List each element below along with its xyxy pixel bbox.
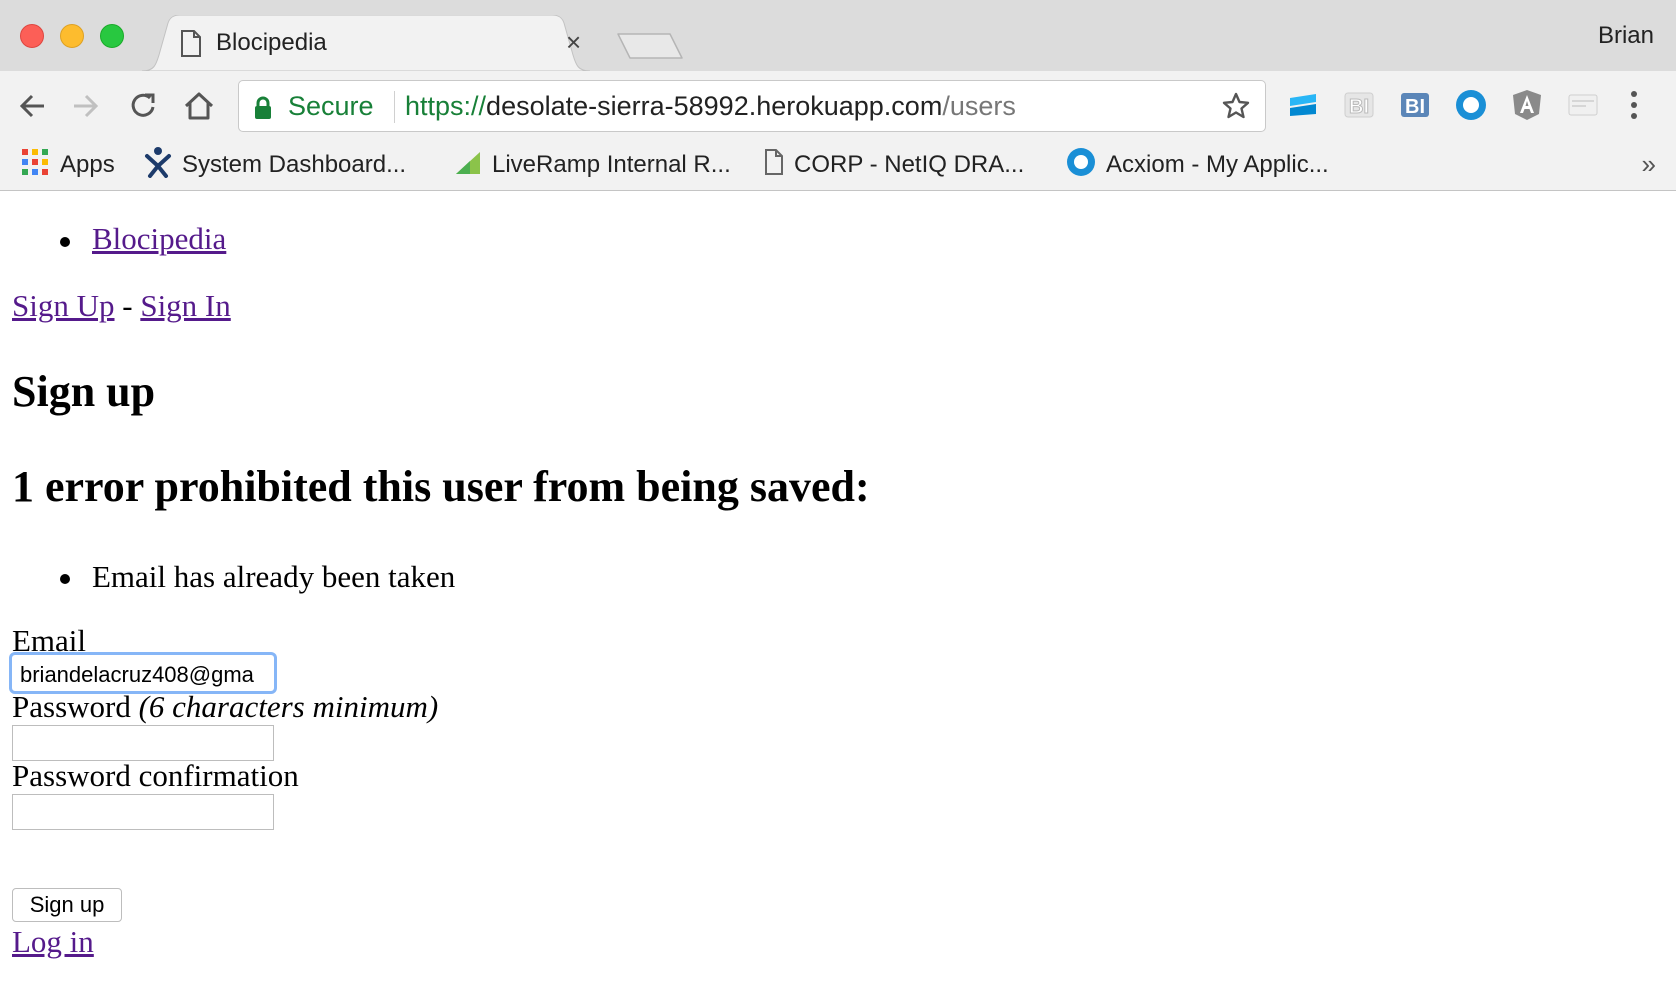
extension-bi-grey-icon[interactable]: BI xyxy=(1342,88,1376,122)
menu-kebab-icon[interactable] xyxy=(1627,87,1641,128)
zoom-window-button[interactable] xyxy=(100,24,124,48)
reload-icon[interactable] xyxy=(124,87,162,125)
extension-angular-icon[interactable] xyxy=(1510,88,1544,122)
bookmark-label: CORP - NetIQ DRA... xyxy=(794,151,1025,178)
bookmark-label: Apps xyxy=(60,151,115,178)
extension-card-icon[interactable] xyxy=(1566,88,1600,122)
tab-title: Blocipedia xyxy=(216,29,327,56)
bookmark-liveramp[interactable]: LiveRamp Internal R... xyxy=(454,147,731,183)
secure-label: Secure xyxy=(288,91,374,121)
bookmark-acxiom[interactable]: Acxiom - My Applic... xyxy=(1066,147,1329,183)
sign-in-link[interactable]: Sign In xyxy=(140,288,230,323)
profile-name[interactable]: Brian xyxy=(1598,22,1654,50)
back-arrow-icon[interactable] xyxy=(14,87,52,125)
password-label: Password (6 characters minimum) xyxy=(12,689,438,725)
okta-icon xyxy=(1066,147,1096,184)
jira-icon xyxy=(144,146,172,185)
url-text[interactable]: https://desolate-sierra-58992.herokuapp.… xyxy=(405,91,1016,122)
liveramp-icon xyxy=(454,148,482,183)
error-heading: 1 error prohibited this user from being … xyxy=(12,462,870,511)
password-confirmation-field[interactable] xyxy=(12,794,274,830)
bookmarks-bar: Apps System Dashboard... LiveRamp Intern… xyxy=(0,141,1676,191)
list-bullet xyxy=(60,237,70,247)
url-host: desolate-sierra-58992.herokuapp.com xyxy=(486,91,943,121)
bookmark-star-icon[interactable] xyxy=(1221,91,1251,126)
url-path: /users xyxy=(942,91,1016,121)
forward-arrow-icon[interactable] xyxy=(66,87,104,125)
email-label: Email xyxy=(12,623,87,658)
tab-blocipedia[interactable]: Blocipedia × xyxy=(142,15,602,71)
address-bar[interactable]: Secure https://desolate-sierra-58992.her… xyxy=(238,80,1266,132)
tab-strip: Blocipedia × Brian xyxy=(0,0,1676,71)
minimize-window-button[interactable] xyxy=(60,24,84,48)
page-title: Sign up xyxy=(12,367,156,416)
password-confirmation-label: Password confirmation xyxy=(12,758,299,793)
browser-toolbar: Secure https://desolate-sierra-58992.her… xyxy=(0,71,1676,141)
extension-blue-waves-icon[interactable] xyxy=(1286,88,1320,122)
omnibox-divider xyxy=(394,91,395,123)
svg-text:BI: BI xyxy=(1349,96,1369,118)
apps-grid-icon xyxy=(20,147,50,184)
bookmarks-overflow-chevron-icon[interactable]: » xyxy=(1642,149,1656,180)
auth-links: Sign Up - Sign In xyxy=(12,288,231,324)
email-field[interactable]: briandelacruz408@gma xyxy=(12,655,274,691)
auth-separator: - xyxy=(122,288,133,323)
sign-up-button[interactable]: Sign up xyxy=(12,888,122,922)
document-icon xyxy=(764,148,784,182)
bookmark-label: System Dashboard... xyxy=(182,151,407,178)
extension-ring-icon[interactable] xyxy=(1454,88,1488,122)
list-bullet xyxy=(60,574,70,584)
url-scheme: https:// xyxy=(405,91,487,121)
extension-bi-blue-icon[interactable]: BI xyxy=(1398,88,1432,122)
log-in-link[interactable]: Log in xyxy=(12,924,94,960)
close-tab-icon[interactable]: × xyxy=(566,27,581,58)
bookmark-label: Acxiom - My Applic... xyxy=(1106,151,1329,178)
password-hint: (6 characters minimum) xyxy=(138,689,439,724)
bookmark-system-dashboard[interactable]: System Dashboard... xyxy=(144,146,407,185)
svg-text:BI: BI xyxy=(1405,96,1425,118)
email-field-value: briandelacruz408@gma xyxy=(20,662,254,687)
blocipedia-home-link[interactable]: Blocipedia xyxy=(92,221,226,257)
new-tab-button[interactable] xyxy=(616,32,684,65)
bookmark-label: LiveRamp Internal R... xyxy=(492,151,731,178)
password-label-text: Password xyxy=(12,689,131,724)
close-window-button[interactable] xyxy=(20,24,44,48)
password-field[interactable] xyxy=(12,725,274,761)
bookmark-apps[interactable]: Apps xyxy=(20,147,115,183)
home-icon[interactable] xyxy=(180,87,218,125)
page-content: Blocipedia Sign Up - Sign In Sign up 1 e… xyxy=(0,191,1676,1008)
sign-up-link[interactable]: Sign Up xyxy=(12,288,115,323)
bookmark-corp-netiq[interactable]: CORP - NetIQ DRA... xyxy=(764,147,1024,183)
lock-icon xyxy=(253,96,273,125)
error-message: Email has already been taken xyxy=(92,559,456,594)
